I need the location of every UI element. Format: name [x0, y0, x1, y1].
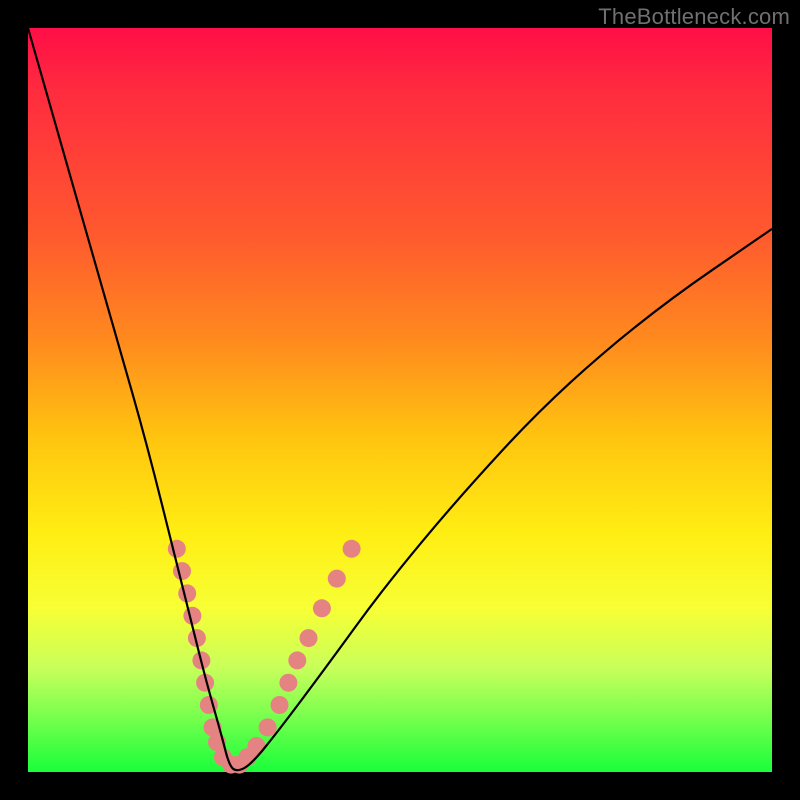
highlight-dot: [178, 584, 196, 602]
highlight-dot: [259, 718, 277, 736]
curve-layer: [28, 28, 772, 772]
highlight-dot: [328, 570, 346, 588]
highlight-dots: [168, 540, 361, 774]
highlight-dot: [288, 651, 306, 669]
watermark-text: TheBottleneck.com: [598, 4, 790, 30]
plot-area: [28, 28, 772, 772]
highlight-dot: [247, 737, 265, 755]
chart-container: TheBottleneck.com: [0, 0, 800, 800]
highlight-dot: [313, 599, 331, 617]
highlight-dot: [300, 629, 318, 647]
highlight-dot: [279, 674, 297, 692]
highlight-dot: [343, 540, 361, 558]
highlight-dot: [173, 562, 191, 580]
bottleneck-curve: [28, 28, 772, 770]
highlight-dot: [271, 696, 289, 714]
